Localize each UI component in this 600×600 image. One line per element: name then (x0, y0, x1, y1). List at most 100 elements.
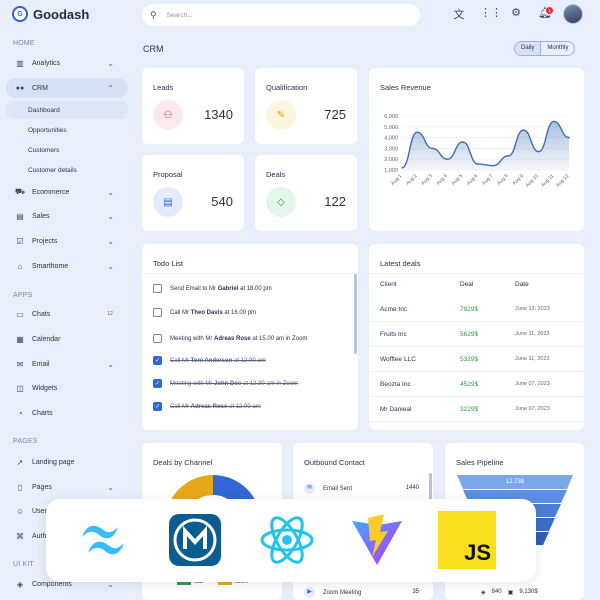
sidebar-item-analytics[interactable]: ▥ Analytics ⌄ (6, 53, 128, 73)
checkbox[interactable] (153, 284, 162, 293)
sidebar-sub-customers[interactable]: Customers (6, 141, 128, 159)
sidebar-item-widgets[interactable]: ◫ Widgets (6, 378, 128, 398)
x-tick-label: Aug 5 (451, 173, 465, 187)
tailwind-icon (82, 525, 124, 555)
todo-text: Call Mr Theo Davis at 16.00 pm (170, 309, 257, 316)
toggle-daily[interactable]: Daily (515, 42, 541, 55)
sidebar-item-charts[interactable]: ◔ Charts (6, 403, 128, 423)
checkbox[interactable] (153, 334, 162, 343)
checkbox[interactable] (153, 308, 162, 317)
tech-stack-banner: JS (46, 499, 536, 582)
deal-date: June 12, 2023 (515, 306, 550, 312)
apps-grid-icon[interactable]: ⋮⋮ (480, 6, 502, 19)
sidebar-item-landing[interactable]: ➚ Landing page (6, 452, 128, 472)
table-row[interactable]: Beozta Inc 4529$ June 07, 2023 (369, 373, 584, 397)
sidebar-item-label: Charts (32, 409, 53, 417)
deal-amount: 4529$ (460, 381, 479, 388)
data-point (446, 158, 449, 160)
todo-item[interactable]: Call Mr Theo Davis at 16.00 pm (153, 308, 256, 317)
sidebar-sub-opportunities[interactable]: Opportunities (6, 121, 128, 139)
kpi-value: 122 (324, 194, 346, 209)
sidebar-item-chats[interactable]: ▭ Chats 12 (6, 304, 128, 324)
deal-date: June 07, 2023 (515, 381, 550, 387)
search-bar[interactable]: ⚲ Search... (142, 4, 420, 26)
avatar[interactable] (563, 4, 583, 24)
x-tick-label: Aug 1 (390, 173, 404, 187)
todo-scrollbar[interactable] (354, 274, 357, 354)
data-point (477, 163, 479, 165)
translate-icon[interactable]: 文 (451, 6, 467, 22)
sales-icon: ▤ (16, 211, 24, 221)
data-point (461, 141, 464, 143)
table-row[interactable]: Fruits Inc 5629$ June 11, 2023 (369, 323, 584, 347)
x-tick-label: Aug 10 (525, 173, 541, 189)
sidebar-item-crm[interactable]: ●● CRM ⌃ (6, 78, 128, 98)
pipeline-stats: ◈ 840 ▣ 9,130$ (481, 589, 538, 596)
todo-item[interactable]: Send Email to Mr Gabriel at 18.00 pm (153, 284, 272, 293)
cart-icon: ⛟ (14, 187, 26, 196)
vite-icon (352, 515, 402, 565)
sidebar-item-projects[interactable]: ☑ Projects ⌄ (6, 231, 128, 251)
sidebar-item-label: CRM (32, 84, 48, 92)
table-row[interactable]: Wofftee LLC 5329$ June 11, 2023 (369, 348, 584, 372)
data-point (492, 164, 494, 167)
todo-text: Call Mr Toni Anderson at 12.00 am (170, 357, 266, 364)
todo-item[interactable]: ✓ Meeting with Mr John Doe at 12.30 am in… (153, 379, 298, 388)
table-row[interactable]: Mr Danieal 3229$ June 07, 2023 (369, 398, 584, 422)
checkbox-checked[interactable]: ✓ (153, 402, 162, 411)
pipeline-stat: 840 (491, 589, 502, 595)
todo-title: Todo List (153, 259, 184, 268)
todo-text: Send Email to Mr Gabriel at 18.00 pm (170, 285, 272, 292)
sidebar-item-label: Pages (32, 483, 52, 491)
sidebar-item-smarthome[interactable]: ⌂ Smarthome ⌄ (6, 256, 128, 276)
pie-icon: ◔ (17, 408, 23, 418)
sales-revenue-card: Sales Revenue 1,000 2,000 3,000 4,000 5,000 6… (369, 68, 584, 231)
sidebar-item-pages[interactable]: ▯ Pages ⌄ (6, 477, 128, 497)
sidebar-item-ecommerce[interactable]: ⛟ Ecommerce ⌄ (6, 182, 128, 202)
pipeline-top-value: 12.738 (505, 479, 525, 485)
kpi-value: 540 (211, 194, 233, 209)
period-toggle[interactable]: Daily Monthly (514, 41, 576, 56)
gear-icon[interactable]: ⚙ (508, 6, 524, 19)
x-tick-label: Aug 6 (466, 173, 480, 187)
x-tick-label: Aug 9 (511, 173, 525, 187)
outbound-label: Email Sent (323, 485, 353, 492)
table-row[interactable]: Acme Inc 7929$ June 12, 2023 (369, 298, 584, 322)
chevron-down-icon: ⌄ (107, 482, 114, 492)
section-pages: PAGES (13, 438, 38, 445)
outbound-scrollbar[interactable] (429, 473, 432, 501)
notification-badge: 1 (546, 7, 553, 14)
mail-icon: ✉ (304, 483, 315, 494)
sidebar-sub-dashboard[interactable]: Dashboard (6, 101, 128, 119)
sidebar-item-email[interactable]: ✉ Email ⌄ (6, 354, 128, 374)
kpi-label: Leads (153, 83, 174, 92)
toggle-monthly[interactable]: Monthly (540, 42, 574, 55)
chevron-down-icon: ⌄ (107, 187, 114, 197)
todo-text: Meeting with Mr Adreas Rose at 15.00 am … (170, 335, 308, 342)
x-tick-label: Aug 4 (435, 173, 449, 187)
sidebar-item-calendar[interactable]: ▦ Calendar (6, 329, 128, 349)
checkbox-checked[interactable]: ✓ (153, 379, 162, 388)
pipeline-stat: 9,130$ (519, 589, 538, 595)
calendar-icon: ▦ (16, 334, 24, 344)
deal-date: June 11, 2023 (515, 356, 550, 362)
divider (369, 273, 584, 274)
user-icon: ☺ (15, 506, 25, 516)
checkbox-checked[interactable]: ✓ (153, 356, 162, 365)
search-icon: ⚲ (150, 9, 157, 20)
data-point (553, 120, 555, 123)
sidebar-sub-customer-details[interactable]: Customer details (6, 161, 128, 179)
brand-logo[interactable]: G Goodash (12, 6, 89, 22)
sidebar-item-label: Auth (32, 532, 47, 540)
document-icon: ▤ (153, 187, 183, 217)
y-tick-label: 3,000 (384, 146, 398, 152)
search-input[interactable]: Search... (167, 12, 193, 19)
kpi-label: Proposal (153, 170, 183, 179)
todo-item[interactable]: ✓ Call Mr Toni Anderson at 12.00 am (153, 356, 266, 365)
deal-client: Beozta Inc (380, 381, 411, 388)
sales-revenue-chart: 1,000 2,000 3,000 4,000 5,000 6,000 Aug 1 Aug 2… (384, 114, 570, 189)
sidebar-item-sales[interactable]: ▤ Sales ⌄ (6, 206, 128, 226)
todo-item[interactable]: Meeting with Mr Adreas Rose at 15.00 am … (153, 334, 307, 343)
todo-item[interactable]: ✓ Call Mr Adreas Rose at 12.00 am (153, 402, 261, 411)
mail-icon: ✉ (16, 359, 24, 369)
